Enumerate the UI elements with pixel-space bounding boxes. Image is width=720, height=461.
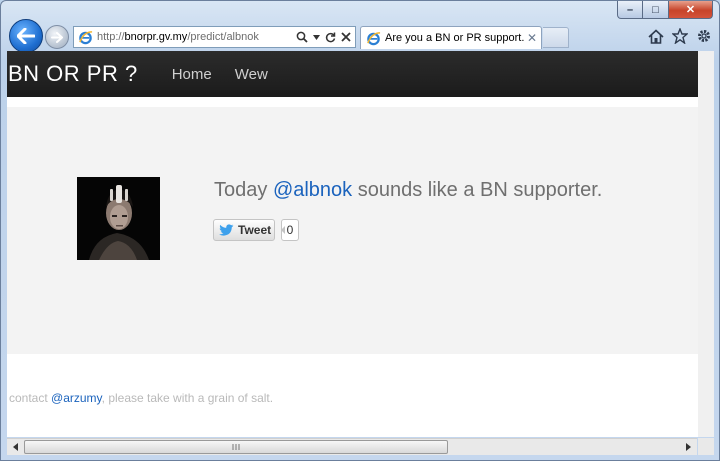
address-bar[interactable]: http://bnorpr.gv.my/predict/albnok: [73, 26, 356, 48]
headline-suffix: sounds like a BN supporter.: [352, 179, 603, 201]
tools-icon[interactable]: [695, 27, 713, 45]
page-viewport: BN OR PR ? Home Wew Today @albnok sounds…: [7, 51, 714, 437]
url-text[interactable]: http://bnorpr.gv.my/predict/albnok: [97, 31, 296, 43]
url-prefix: http://: [97, 31, 125, 43]
address-bar-icons: [296, 31, 355, 43]
footer-user-link[interactable]: @arzumy: [51, 391, 102, 405]
size-grip[interactable]: [698, 438, 714, 455]
headline-prefix: Today: [214, 179, 273, 201]
scroll-thumb[interactable]: [24, 440, 448, 454]
browser-window: – □ ✕ http://bnorpr.gv.my/predict/albnok: [0, 0, 720, 461]
horizontal-scrollbar[interactable]: [7, 438, 697, 455]
twitter-bird-icon: [219, 224, 234, 236]
tweet-button[interactable]: Tweet: [213, 219, 275, 241]
new-tab-button[interactable]: [543, 27, 569, 48]
close-window-button[interactable]: ✕: [669, 1, 713, 19]
nav-home[interactable]: Home: [172, 66, 212, 83]
minimize-button[interactable]: –: [617, 1, 643, 19]
browser-tab[interactable]: Are you a BN or PR support... ✕: [360, 26, 542, 49]
arrow-left-icon: [17, 28, 35, 44]
back-button[interactable]: [9, 19, 43, 53]
site-footer: contact @arzumy, please take with a grai…: [9, 391, 273, 405]
url-path: /predict/albnok: [187, 31, 259, 43]
prediction-headline: Today @albnok sounds like a BN supporter…: [214, 179, 602, 202]
arrow-right-icon: [51, 31, 63, 43]
hero-section: Today @albnok sounds like a BN supporter…: [7, 107, 698, 354]
headline-user-link[interactable]: @albnok: [273, 179, 352, 201]
nav-wew[interactable]: Wew: [235, 66, 268, 83]
avatar-image: [77, 177, 160, 260]
vertical-scrollbar[interactable]: [698, 51, 714, 437]
ie-tab-icon: [367, 31, 381, 45]
window-controls: – □ ✕: [617, 1, 713, 19]
forward-button[interactable]: [45, 25, 69, 49]
footer-prefix: contact: [9, 391, 52, 405]
chevron-left-icon: [13, 443, 18, 451]
scroll-left-arrow[interactable]: [7, 439, 24, 455]
footer-suffix: , please take with a grain of salt.: [101, 391, 274, 405]
chevron-right-icon: [686, 443, 691, 451]
favorites-icon[interactable]: [671, 27, 689, 45]
grip-icon: [232, 444, 240, 450]
tweet-label: Tweet: [238, 223, 272, 237]
scroll-right-arrow[interactable]: [680, 439, 697, 455]
browser-toolbar: [647, 27, 713, 45]
url-domain: bnorpr.gv.my: [124, 31, 188, 43]
tab-close-icon[interactable]: ✕: [525, 31, 539, 45]
site-navbar: BN OR PR ? Home Wew: [7, 51, 714, 97]
site-brand[interactable]: BN OR PR ?: [7, 61, 138, 87]
dropdown-icon[interactable]: [313, 34, 320, 40]
search-icon[interactable]: [296, 31, 308, 43]
ie-page-icon: [79, 30, 93, 44]
tweet-count: 0: [281, 219, 299, 241]
stop-icon[interactable]: [341, 32, 351, 42]
maximize-button[interactable]: □: [643, 1, 669, 19]
tab-title: Are you a BN or PR support...: [385, 32, 525, 44]
refresh-icon[interactable]: [325, 32, 336, 43]
home-icon[interactable]: [647, 27, 665, 45]
avatar: [77, 177, 160, 260]
